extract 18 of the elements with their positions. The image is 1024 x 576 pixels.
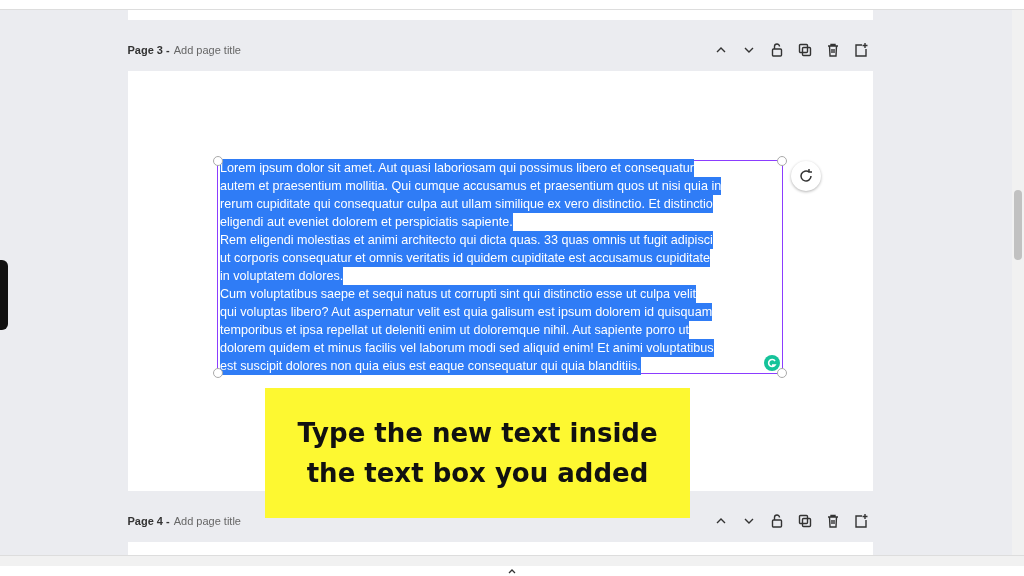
duplicate-icon[interactable] [796, 513, 813, 529]
caption: Type the new text inside the text box you added [265, 388, 690, 518]
vertical-scrollbar[interactable] [1012, 10, 1024, 555]
refresh-icon[interactable] [791, 161, 821, 191]
page-title-placeholder[interactable]: Add page title [173, 44, 241, 56]
resize-handle[interactable] [213, 368, 223, 378]
side-panel-tab[interactable] [0, 260, 8, 330]
page-title-placeholder[interactable]: Add page title [173, 515, 241, 527]
horizontal-scrollbar[interactable] [0, 555, 1024, 566]
duplicate-icon[interactable] [796, 42, 813, 58]
page-label: Page 3 - [127, 44, 170, 56]
add-page-icon[interactable] [852, 42, 869, 58]
page-label: Page 4 - [127, 515, 170, 527]
resize-handle[interactable] [777, 156, 787, 166]
add-page-icon[interactable] [852, 513, 869, 529]
resize-handle[interactable] [777, 368, 787, 378]
grammar-check-icon[interactable] [764, 355, 780, 371]
resize-handle[interactable] [213, 156, 223, 166]
